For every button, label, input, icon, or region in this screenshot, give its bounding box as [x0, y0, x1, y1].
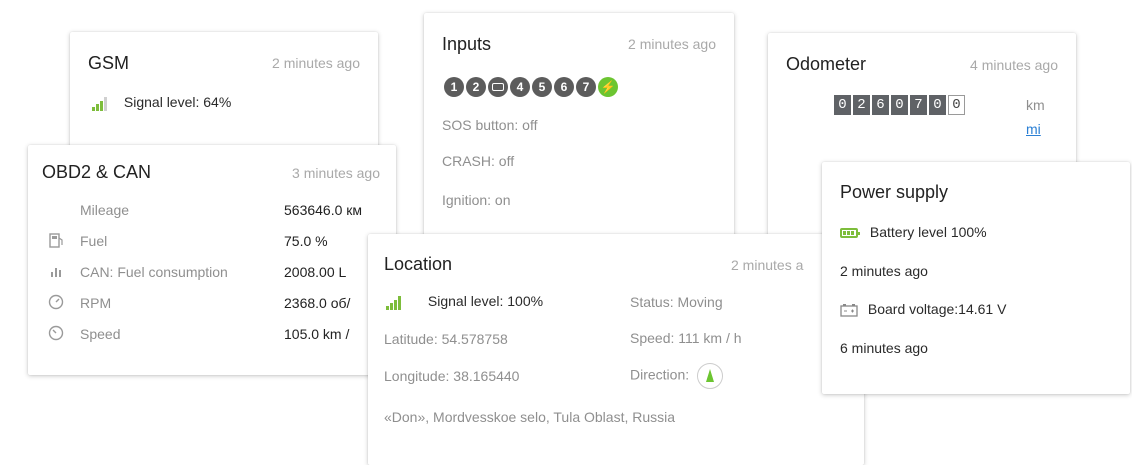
- odometer-unit-mi-link[interactable]: mi: [1026, 121, 1041, 137]
- ignition-status: Ignition: on: [442, 192, 511, 208]
- fuel-label: Fuel: [80, 233, 108, 249]
- odometer-display: 0 2 6 0 7 0 0: [834, 95, 965, 115]
- speedometer-icon: [48, 325, 64, 341]
- input-1-indicator: 1: [444, 77, 464, 97]
- odometer-timestamp: 4 minutes ago: [970, 57, 1058, 73]
- gsm-title: GSM: [88, 53, 130, 73]
- fuel-icon: [49, 233, 63, 248]
- fuel-consumption-label: CAN: Fuel consumption: [80, 264, 228, 280]
- status-text: Status: Moving: [630, 294, 723, 310]
- speed-text: Speed: 111 km / h: [630, 330, 742, 346]
- odometer-digit: 0: [929, 95, 946, 115]
- rpm-gauge-icon: [48, 294, 64, 310]
- inputs-card: Inputs 2 minutes ago 1 2 4 5 6 7 ⚡ SOS b…: [424, 13, 734, 238]
- direction-label: Direction:: [630, 366, 690, 383]
- gsm-card: GSM 2 minutes ago Signal level: 64%: [70, 32, 378, 152]
- odometer-digit: 0: [948, 95, 965, 115]
- latitude-text: Latitude: 54.578758: [384, 331, 508, 347]
- battery-icon: [840, 228, 860, 239]
- bar-chart-icon: [51, 268, 61, 277]
- rpm-label: RPM: [80, 295, 112, 311]
- inputs-indicators: 1 2 4 5 6 7 ⚡: [444, 77, 618, 97]
- obd-timestamp: 3 minutes ago: [292, 165, 380, 181]
- input-3-icon: [488, 77, 508, 97]
- input-6-indicator: 6: [554, 77, 574, 97]
- rpm-value: 2368.0 об/: [284, 295, 351, 311]
- battery-row: Battery level 100%: [840, 224, 987, 240]
- sos-status: SOS button: off: [442, 117, 538, 133]
- ignition-bolt-icon: ⚡: [598, 77, 618, 97]
- fuel-consumption-value: 2008.00 L: [284, 264, 347, 280]
- obd-title: OBD2 & CAN: [42, 162, 152, 182]
- location-card: Location 2 minutes a Signal level: 100% …: [368, 234, 864, 465]
- odometer-digit: 0: [891, 95, 908, 115]
- signal-icon: [92, 95, 110, 112]
- gsm-signal-row: Signal level: 64%: [92, 94, 232, 112]
- power-card: Power supply Battery level 100% 2 minute…: [822, 162, 1130, 394]
- mileage-value: 563646.0 км: [284, 202, 363, 218]
- battery-timestamp: 2 minutes ago: [840, 263, 928, 279]
- battery-label: Battery level 100%: [869, 224, 987, 240]
- gsm-signal-label: Signal level: 64%: [123, 94, 232, 110]
- direction-row: Direction:: [630, 363, 724, 389]
- odometer-digit: 2: [853, 95, 870, 115]
- input-7-indicator: 7: [576, 77, 596, 97]
- address-text: «Don», Mordvesskoe selo, Tula Oblast, Ru…: [384, 409, 676, 425]
- inputs-timestamp: 2 minutes ago: [628, 36, 716, 52]
- input-5-indicator: 5: [532, 77, 552, 97]
- location-timestamp: 2 minutes a: [731, 257, 804, 273]
- longitude-text: Longitude: 38.165440: [384, 368, 520, 384]
- odometer-title: Odometer: [786, 54, 867, 74]
- voltage-row: Board voltage:14.61 V: [840, 301, 1006, 317]
- voltage-timestamp: 6 minutes ago: [840, 340, 928, 356]
- power-title: Power supply: [840, 182, 949, 202]
- voltage-label: Board voltage:14.61 V: [867, 301, 1007, 317]
- car-battery-icon: [840, 304, 858, 317]
- gsm-timestamp: 2 minutes ago: [272, 55, 360, 71]
- fuel-value: 75.0 %: [284, 233, 328, 249]
- location-signal-row: Signal level: 100%: [386, 293, 544, 311]
- mileage-label: Mileage: [80, 202, 130, 218]
- odometer-digit: 7: [910, 95, 927, 115]
- odometer-unit-km[interactable]: km: [1026, 97, 1045, 113]
- location-signal-label: Signal level: 100%: [427, 293, 544, 309]
- obd-card: OBD2 & CAN 3 minutes ago Mileage 563646.…: [28, 145, 396, 375]
- direction-arrow-icon: [697, 363, 724, 389]
- speed-value: 105.0 km /: [284, 326, 350, 342]
- input-2-indicator: 2: [466, 77, 486, 97]
- inputs-title: Inputs: [442, 34, 492, 54]
- input-4-indicator: 4: [510, 77, 530, 97]
- location-title: Location: [384, 254, 453, 274]
- signal-icon: [386, 294, 404, 311]
- speed-label: Speed: [80, 326, 121, 342]
- odometer-digit: 0: [834, 95, 851, 115]
- odometer-digit: 6: [872, 95, 889, 115]
- crash-status: CRASH: off: [442, 153, 515, 169]
